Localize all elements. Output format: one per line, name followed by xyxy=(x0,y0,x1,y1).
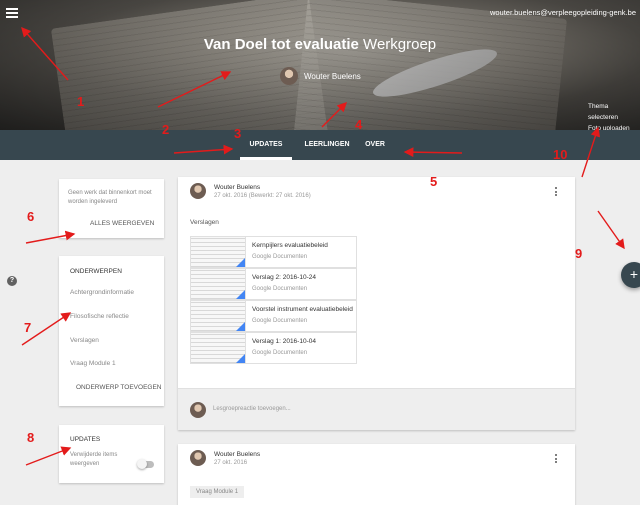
attachment-title: Verslag 1: 2016-10-04 xyxy=(252,338,316,345)
owner-avatar xyxy=(280,67,298,85)
add-topic-button[interactable]: ONDERWERP TOEVOEGEN xyxy=(76,384,161,391)
document-thumbnail xyxy=(191,333,246,363)
comment-input[interactable]: Lesgroepreactie toevoegen... xyxy=(213,406,291,412)
annotation-10: 10 xyxy=(553,147,568,162)
attachment-type: Google Documenten xyxy=(252,254,308,260)
topic-item[interactable]: Verslagen xyxy=(70,337,99,344)
attachment-title: Voorstel instrument evaluatiebeleid xyxy=(252,306,353,313)
user-email[interactable]: wouter.buelens@verpleegopleiding-genk.be xyxy=(490,8,636,17)
more-options-icon[interactable] xyxy=(554,454,558,465)
topic-chip[interactable]: Vraag Module 1 xyxy=(190,486,245,498)
annotation-1: 1 xyxy=(77,94,85,109)
annotation-7: 7 xyxy=(24,320,32,335)
annotation-6: 6 xyxy=(27,209,35,224)
post-author: Wouter Buelens xyxy=(214,184,261,191)
annotation-arrow-9 xyxy=(597,210,625,250)
attachment-title: Kernpijlers evaluatiebeleid xyxy=(252,242,328,249)
show-deleted-toggle[interactable] xyxy=(137,459,154,469)
topics-card: ONDERWERPEN Achtergrondinformatie Filoso… xyxy=(59,256,164,406)
select-theme-link[interactable]: Thema selecteren xyxy=(588,101,640,123)
topic-item[interactable]: Vraag Module 1 xyxy=(70,360,116,367)
owner-name: Wouter Buelens xyxy=(304,71,361,81)
post-author: Wouter Buelens xyxy=(214,451,261,458)
topics-header: ONDERWERPEN xyxy=(70,268,122,275)
document-thumbnail xyxy=(191,269,246,299)
tabs-bar: UPDATES LEERLINGEN OVER xyxy=(0,130,640,160)
annotation-8: 8 xyxy=(27,430,35,445)
class-owner: Wouter Buelens xyxy=(280,67,361,85)
updates-header: UPDATES xyxy=(70,436,101,443)
attachment-type: Google Documenten xyxy=(252,286,308,292)
tab-about[interactable]: OVER xyxy=(364,130,386,160)
post-date: 27 okt. 2016 xyxy=(214,460,248,466)
tab-students[interactable]: LEERLINGEN xyxy=(300,130,354,160)
annotation-9: 9 xyxy=(575,246,583,261)
updates-settings-card: UPDATES Verwijderde items weergeven xyxy=(59,425,164,483)
hamburger-menu-icon[interactable] xyxy=(6,8,18,18)
attachment-item[interactable]: Verslag 2: 2016-10-24 Google Documenten xyxy=(190,268,357,300)
document-thumbnail xyxy=(191,301,246,331)
document-thumbnail xyxy=(191,237,246,267)
topic-item[interactable]: Filosofische reflectie xyxy=(70,313,129,320)
show-deleted-label: Verwijderde items weergeven xyxy=(70,452,118,467)
topic-item[interactable]: Achtergrondinformatie xyxy=(70,289,134,296)
attachment-item[interactable]: Kernpijlers evaluatiebeleid Google Docum… xyxy=(190,236,357,268)
show-all-button[interactable]: ALLES WEERGEVEN xyxy=(90,220,154,227)
annotation-2: 2 xyxy=(162,122,170,137)
post-section-label: Verslagen xyxy=(190,219,219,226)
attachment-item[interactable]: Verslag 1: 2016-10-04 Google Documenten xyxy=(190,332,357,364)
class-title: Van Doel tot evaluatie Werkgroep xyxy=(203,36,437,53)
upcoming-message: Geen werk dat binnenkort moet worden ing… xyxy=(68,190,152,205)
annotation-3: 3 xyxy=(234,126,242,141)
header-banner xyxy=(0,0,640,130)
upcoming-work-card: Geen werk dat binnenkort moet worden ing… xyxy=(59,179,164,238)
more-options-icon[interactable] xyxy=(554,187,558,198)
post-date: 27 okt. 2016 (Bewerkt: 27 okt. 2016) xyxy=(214,193,311,199)
tab-updates[interactable]: UPDATES xyxy=(240,130,292,160)
author-avatar xyxy=(190,183,206,199)
post-card: Wouter Buelens 27 okt. 2016 Vraag Module… xyxy=(178,444,575,505)
author-avatar xyxy=(190,450,206,466)
commenter-avatar xyxy=(190,402,206,418)
post-card: Wouter Buelens 27 okt. 2016 (Bewerkt: 27… xyxy=(178,177,575,430)
attachment-title: Verslag 2: 2016-10-24 xyxy=(252,274,316,281)
attachment-type: Google Documenten xyxy=(252,350,308,356)
help-icon[interactable]: ? xyxy=(7,276,17,286)
comment-bar: Lesgroepreactie toevoegen... xyxy=(178,388,575,430)
add-post-button[interactable]: + xyxy=(621,262,640,288)
annotation-4: 4 xyxy=(355,117,363,132)
annotation-5: 5 xyxy=(430,174,438,189)
attachment-type: Google Documenten xyxy=(252,318,308,324)
attachment-item[interactable]: Voorstel instrument evaluatiebeleid Goog… xyxy=(190,300,357,332)
